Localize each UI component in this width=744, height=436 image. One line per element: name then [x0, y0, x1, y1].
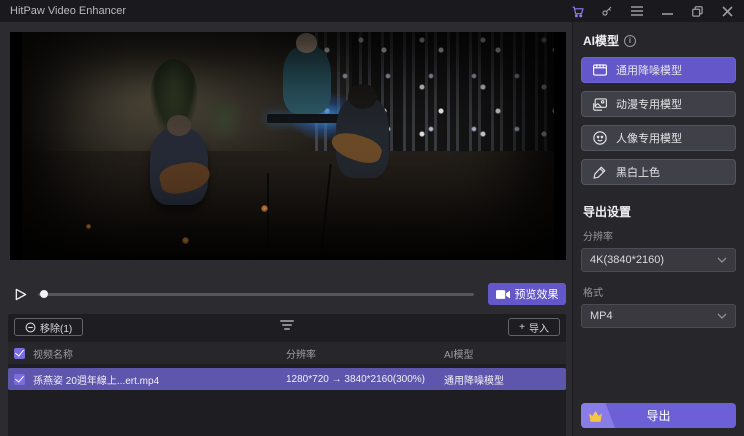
ai-models-header: AI模型 i — [583, 32, 736, 49]
export-button-label: 导出 — [646, 407, 670, 424]
model-button-label: 人像专用模型 — [616, 130, 682, 146]
seek-track[interactable] — [38, 293, 474, 296]
window-title: HitPaw Video Enhancer — [10, 5, 126, 17]
preview-effect-label: 预览效果 — [515, 286, 559, 302]
maximize-icon[interactable] — [690, 4, 704, 18]
row-file-name: 孫燕姿 20週年線上...ert.mp4 — [33, 372, 159, 387]
key-icon[interactable] — [600, 4, 614, 18]
column-video-name: 视频名称 — [33, 346, 73, 361]
resolution-dropdown[interactable]: 4K(3840*2160) — [581, 248, 736, 272]
crown-icon — [581, 403, 615, 428]
remove-button[interactable]: 移除(1) — [14, 318, 83, 336]
minimize-icon[interactable] — [660, 4, 674, 18]
minus-circle-icon — [25, 322, 36, 333]
model-button-label: 通用降噪模型 — [616, 62, 682, 78]
import-button-label: 导入 — [529, 320, 549, 335]
vignette — [22, 32, 554, 260]
format-label: 格式 — [583, 284, 736, 299]
ai-models-title: AI模型 — [583, 32, 619, 49]
sidebar: AI模型 i 通用降噪模型 动漫专用模型 — [572, 22, 744, 436]
list-toolbar: 移除(1) + 导入 — [8, 314, 566, 338]
player-controls: 预览效果 — [10, 274, 566, 314]
model-button-label: 黑白上色 — [616, 164, 660, 180]
export-settings-title: 导出设置 — [583, 203, 736, 220]
play-button[interactable] — [10, 284, 30, 304]
seek-slider[interactable] — [38, 284, 474, 304]
film-frame-icon — [592, 63, 607, 78]
preview-effect-button[interactable]: 预览效果 — [488, 283, 566, 305]
menu-icon[interactable] — [630, 4, 644, 18]
column-resolution: 分辨率 — [286, 346, 444, 361]
model-button-portrait[interactable]: 人像专用模型 — [581, 125, 736, 151]
export-button[interactable]: 导出 — [581, 403, 736, 428]
column-ai-model: AI模型 — [444, 346, 560, 361]
model-button-colorize[interactable]: 黑白上色 — [581, 159, 736, 185]
table-row[interactable]: 孫燕姿 20週年線上...ert.mp4 1280*720 → 3840*216… — [8, 368, 566, 390]
video-camera-icon — [496, 289, 510, 300]
model-button-anime[interactable]: 动漫专用模型 — [581, 91, 736, 117]
video-frame — [22, 32, 554, 260]
resolution-label: 分辨率 — [583, 228, 736, 243]
info-icon[interactable]: i — [624, 35, 636, 47]
chevron-down-icon — [717, 254, 727, 266]
resolution-value: 4K(3840*2160) — [590, 254, 664, 266]
app-window: HitPaw Video Enhancer — [0, 0, 744, 436]
video-preview — [10, 32, 566, 260]
titlebar: HitPaw Video Enhancer — [0, 0, 744, 22]
anime-image-icon — [592, 97, 607, 112]
portrait-face-icon — [592, 131, 607, 146]
model-button-general-denoise[interactable]: 通用降噪模型 — [581, 57, 736, 83]
row-ai-model: 通用降噪模型 — [444, 372, 560, 387]
select-all-checkbox[interactable] — [14, 348, 25, 359]
plus-icon: + — [519, 322, 525, 333]
cart-icon[interactable] — [570, 4, 584, 18]
chevron-down-icon — [717, 310, 727, 322]
table-header: 视频名称 分辨率 AI模型 — [8, 342, 566, 364]
colorize-brush-icon — [592, 165, 607, 180]
row-resolution: 1280*720 → 3840*2160(300%) — [286, 374, 444, 385]
import-button[interactable]: + 导入 — [508, 318, 560, 336]
format-value: MP4 — [590, 310, 613, 322]
close-icon[interactable] — [720, 4, 734, 18]
row-checkbox[interactable] — [14, 374, 25, 385]
remove-button-label: 移除(1) — [40, 320, 72, 335]
file-list-panel: 移除(1) + 导入 视频名称 分辨率 AI模型 — [8, 314, 566, 436]
main-content: 预览效果 移除(1) + 导入 — [0, 22, 572, 436]
titlebar-icons — [570, 4, 734, 18]
collapse-handle-icon[interactable] — [280, 320, 294, 330]
seek-thumb[interactable] — [40, 290, 48, 298]
model-button-label: 动漫专用模型 — [616, 96, 682, 112]
format-dropdown[interactable]: MP4 — [581, 304, 736, 328]
